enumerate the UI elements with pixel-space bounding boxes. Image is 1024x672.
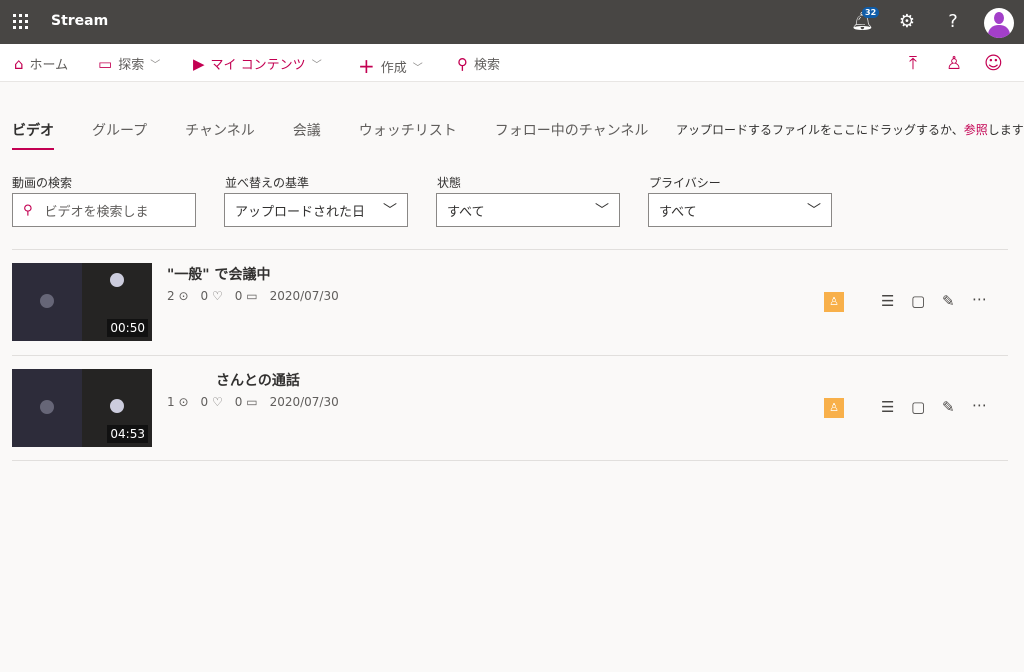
divider	[12, 249, 1008, 250]
upload-text: アップロードするファイルをここにドラッグするか、	[676, 123, 964, 137]
sort-label: 並べ替えの基準	[225, 176, 310, 190]
avatar[interactable]	[984, 8, 1014, 38]
app-launcher-icon[interactable]	[13, 14, 29, 30]
help-icon[interactable]: ?	[942, 11, 964, 32]
nav-explore-label: 探索	[118, 58, 145, 73]
sort-dropdown[interactable]: アップロードされた日 ﹀	[224, 193, 408, 227]
permission-icon: ♙	[824, 292, 844, 312]
more-icon[interactable]: ⋯	[972, 396, 987, 414]
privacy-value: すべて	[659, 204, 697, 220]
video-title[interactable]: さんとの通話	[216, 370, 300, 390]
edit-pencil-icon[interactable]: ✎	[942, 398, 955, 416]
explore-icon: ▭	[98, 54, 113, 73]
upload-drop-hint: アップロードするファイルをここにドラッグするか、参照します	[676, 121, 1024, 138]
add-to-list-icon[interactable]: ☰	[881, 292, 894, 310]
nav-home-label: ホーム	[29, 58, 69, 73]
upload-date: 2020/07/30	[269, 289, 339, 303]
divider	[12, 355, 1008, 356]
chevron-down-icon: ﹀	[595, 203, 609, 219]
comments: 0 ▭	[234, 289, 258, 303]
tab-channels[interactable]: チャンネル	[185, 120, 255, 150]
search-icon: ⚲	[457, 54, 468, 73]
tab-videos[interactable]: ビデオ	[12, 120, 54, 150]
chevron-down-icon: ﹀	[150, 60, 161, 71]
sort-value: アップロードされた日	[235, 204, 366, 220]
status-dropdown[interactable]: すべて ﹀	[436, 193, 620, 227]
top-bar: Stream 🔔︎ 32 ⚙ ?	[0, 0, 1024, 44]
nav-my-content-label: マイ コンテンツ	[210, 58, 306, 73]
gear-icon[interactable]: ⚙	[896, 11, 918, 32]
tab-groups[interactable]: グループ	[92, 120, 147, 150]
edit-pencil-icon[interactable]: ✎	[942, 292, 955, 310]
comment-icon: ▭	[246, 395, 258, 409]
nav-create[interactable]: + 作成 ﹀	[358, 54, 423, 78]
heart-icon: ♡	[212, 395, 223, 409]
privacy-dropdown[interactable]: すべて ﹀	[648, 193, 832, 227]
chevron-down-icon: ﹀	[311, 60, 322, 71]
content-tabs: ビデオ グループ チャンネル 会議 ウォッチリスト フォロー中のチャンネル	[12, 120, 686, 150]
upload-icon[interactable]: ⤒	[909, 53, 917, 74]
nav-bar: ⌂ ホーム ▭ 探索 ﹀ ▶ マイ コンテンツ ﹀ + 作成 ﹀ ⚲ 検索 ⤒ ♙ ☺	[0, 44, 1024, 82]
app-title[interactable]: Stream	[51, 13, 108, 29]
video-meta: 1 ⊙ 0 ♡ 0 ▭ 2020/07/30	[167, 395, 339, 409]
add-to-group-icon[interactable]: ▢	[911, 292, 925, 310]
nav-home[interactable]: ⌂ ホーム	[14, 54, 69, 74]
duration-badge: 00:50	[107, 319, 148, 337]
chevron-down-icon: ﹀	[807, 203, 821, 219]
video-search-input[interactable]: ⚲ ビデオを検索しま	[12, 193, 196, 227]
plus-icon: +	[358, 54, 375, 78]
upload-date: 2020/07/30	[269, 395, 339, 409]
search-placeholder: ビデオを検索しま	[44, 204, 149, 220]
chevron-down-icon: ﹀	[412, 62, 423, 74]
play-icon: ⊙	[178, 395, 189, 409]
status-label: 状態	[437, 176, 462, 190]
likes: 0 ♡	[200, 289, 223, 303]
add-user-icon[interactable]: ♙	[946, 53, 962, 74]
comments: 0 ▭	[234, 395, 258, 409]
nav-create-label: 作成	[380, 60, 407, 76]
permission-icon: ♙	[824, 398, 844, 418]
video-thumbnail[interactable]: 00:50	[12, 263, 152, 341]
home-icon: ⌂	[14, 54, 24, 73]
likes: 0 ♡	[200, 395, 223, 409]
tab-followed-channels[interactable]: フォロー中のチャンネル	[495, 120, 649, 150]
divider	[12, 460, 1008, 461]
video-meta: 2 ⊙ 0 ♡ 0 ▭ 2020/07/30	[167, 289, 339, 303]
nav-search[interactable]: ⚲ 検索	[457, 54, 501, 74]
more-icon[interactable]: ⋯	[972, 290, 987, 308]
heart-icon: ♡	[212, 289, 223, 303]
search-icon: ⚲	[23, 202, 33, 218]
comment-icon: ▭	[246, 289, 258, 303]
notification-badge: 32	[862, 7, 880, 18]
video-title[interactable]: "一般" で会議中	[167, 264, 270, 284]
browse-link[interactable]: 参照	[964, 123, 988, 137]
privacy-label: プライバシー	[649, 176, 721, 190]
add-to-group-icon[interactable]: ▢	[911, 398, 925, 416]
chevron-down-icon: ﹀	[383, 203, 397, 219]
add-to-list-icon[interactable]: ☰	[881, 398, 894, 416]
search-label: 動画の検索	[12, 176, 73, 190]
smiley-icon[interactable]: ☺	[984, 53, 1003, 74]
video-thumbnail[interactable]: 04:53	[12, 369, 152, 447]
views: 1 ⊙	[167, 395, 189, 409]
nav-search-label: 検索	[474, 58, 501, 73]
upload-suffix: します	[987, 123, 1024, 137]
tab-watchlist[interactable]: ウォッチリスト	[359, 120, 457, 150]
video-icon: ▶	[193, 54, 205, 73]
duration-badge: 04:53	[107, 425, 148, 443]
nav-my-content[interactable]: ▶ マイ コンテンツ ﹀	[193, 54, 322, 74]
status-value: すべて	[447, 204, 485, 220]
nav-explore[interactable]: ▭ 探索 ﹀	[98, 54, 161, 74]
tab-meetings[interactable]: 会議	[293, 120, 321, 150]
play-icon: ⊙	[178, 289, 189, 303]
views: 2 ⊙	[167, 289, 189, 303]
